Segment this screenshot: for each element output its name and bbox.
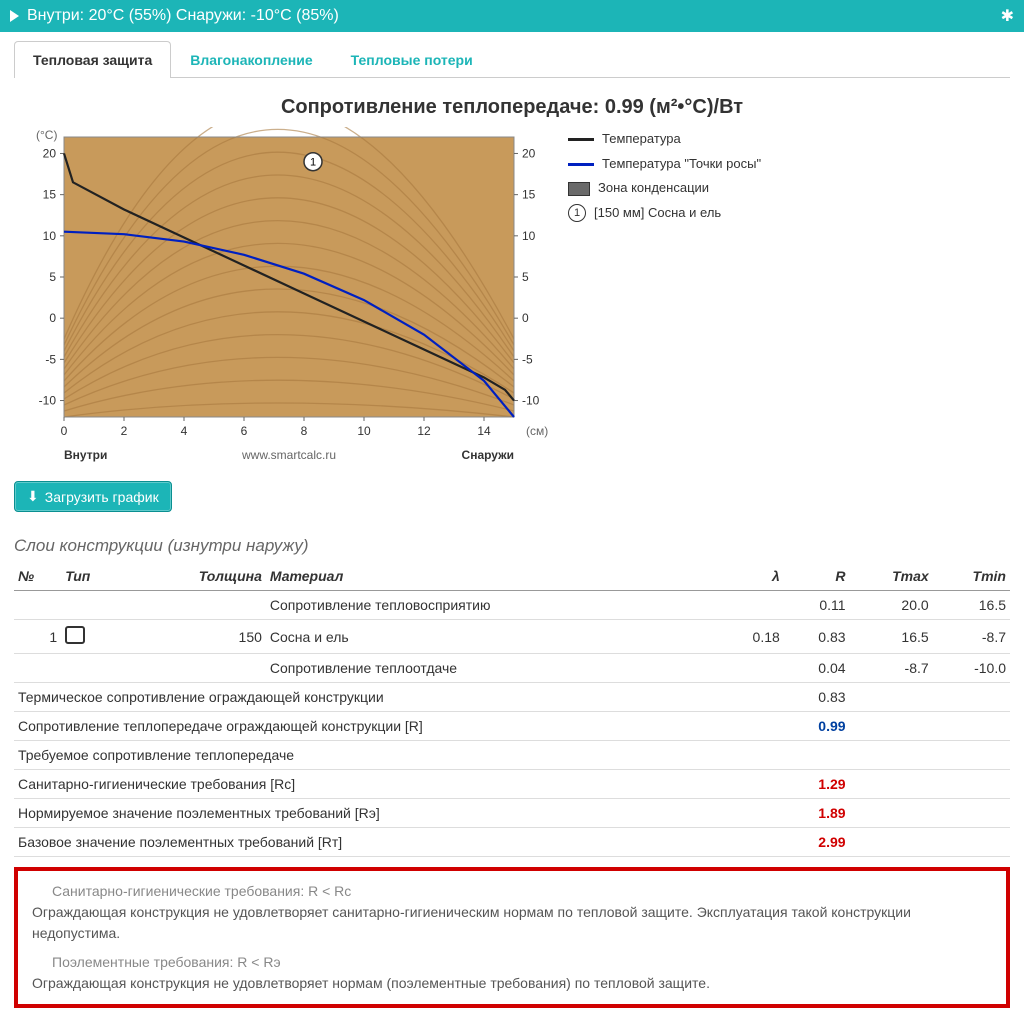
warnings-box: Санитарно-гигиенические требования: R < … (14, 867, 1010, 1008)
layer-type-icon (65, 626, 85, 644)
svg-text:10: 10 (357, 424, 371, 438)
svg-text:10: 10 (522, 229, 536, 243)
svg-text:0: 0 (61, 424, 68, 438)
legend-temperature: Температура (602, 127, 681, 152)
svg-text:2: 2 (121, 424, 128, 438)
svg-text:-5: -5 (522, 352, 533, 366)
svg-text:(см): (см) (526, 424, 548, 438)
gear-icon[interactable]: ✱ (1001, 6, 1014, 26)
warning-sanitary-heading: Санитарно-гигиенические требования: R < … (52, 881, 992, 902)
svg-text:-10: -10 (39, 394, 57, 408)
svg-text:www.smartcalc.ru: www.smartcalc.ru (241, 448, 336, 462)
svg-text:20: 20 (522, 146, 536, 160)
col-type: Тип (61, 562, 126, 591)
svg-text:0: 0 (522, 311, 529, 325)
conditions-header[interactable]: Внутри: 20°C (55%) Снаружи: -10°C (85%) … (0, 0, 1024, 32)
col-tmin: Tmin (933, 562, 1010, 591)
svg-text:10: 10 (43, 229, 57, 243)
svg-text:5: 5 (49, 270, 56, 284)
tab-heatloss[interactable]: Тепловые потери (332, 41, 492, 78)
svg-text:15: 15 (43, 188, 57, 202)
table-row: Сопротивление тепловосприятию0.1120.016.… (14, 591, 1010, 620)
svg-text:Внутри: Внутри (64, 448, 107, 462)
download-icon: ⬇ (27, 488, 39, 505)
warning-element-text: Ограждающая конструкция не удовлетворяет… (32, 973, 992, 994)
conditions-text: Внутри: 20°C (55%) Снаружи: -10°C (85%) (27, 7, 339, 25)
summary-row: Санитарно-гигиенические требования [Rс]1… (14, 770, 1010, 799)
col-r: R (784, 562, 850, 591)
svg-text:5: 5 (522, 270, 529, 284)
tab-moisture[interactable]: Влагонакопление (171, 41, 331, 78)
summary-row: Термическое сопротивление ограждающей ко… (14, 683, 1010, 712)
table-row: Сопротивление теплоотдаче0.04-8.7-10.0 (14, 654, 1010, 683)
chart: -10 -10 -5 -5 0 0 5 5 10 10 15 15 20 20 0 2 4 6 8 10 12 14 1 (°… (14, 127, 554, 467)
page-title: Сопротивление теплопередаче: 0.99 (м²•°С… (0, 96, 1024, 119)
svg-text:14: 14 (477, 424, 491, 438)
layer-marker-icon: 1 (568, 204, 586, 222)
summary-row: Требуемое сопротивление теплопередаче (14, 741, 1010, 770)
svg-text:(°С): (°С) (36, 128, 57, 142)
col-lambda: λ (715, 562, 784, 591)
legend-layer1: [150 мм] Сосна и ель (594, 201, 721, 226)
summary-row: Базовое значение поэлементных требований… (14, 828, 1010, 857)
summary-row: Нормируемое значение поэлементных требов… (14, 799, 1010, 828)
svg-text:-5: -5 (45, 352, 56, 366)
expand-icon (10, 10, 19, 22)
condensation-icon (568, 182, 590, 196)
svg-text:1: 1 (310, 157, 316, 169)
svg-text:-10: -10 (522, 394, 540, 408)
warning-element-heading: Поэлементные требования: R < Rэ (52, 952, 992, 973)
layers-heading: Слои конструкции (изнутри наружу) (14, 536, 1010, 556)
chart-legend: Температура Температура "Точки росы" Зон… (554, 127, 761, 467)
svg-text:4: 4 (181, 424, 188, 438)
svg-text:15: 15 (522, 188, 536, 202)
warning-sanitary-text: Ограждающая конструкция не удовлетворяет… (32, 902, 992, 944)
tab-thermal[interactable]: Тепловая защита (14, 41, 171, 78)
svg-text:6: 6 (241, 424, 248, 438)
table-row: 1150Сосна и ель0.180.8316.5-8.7 (14, 620, 1010, 654)
svg-text:8: 8 (301, 424, 308, 438)
legend-dewpoint: Температура "Точки росы" (602, 152, 761, 177)
layers-table: № Тип Толщина Материал λ R Tmax Tmin Соп… (14, 562, 1010, 857)
svg-text:0: 0 (49, 311, 56, 325)
svg-text:Снаружи: Снаружи (462, 448, 514, 462)
col-material: Материал (266, 562, 715, 591)
legend-condensation: Зона конденсации (598, 176, 709, 201)
svg-text:12: 12 (417, 424, 431, 438)
summary-row: Сопротивление теплопередаче ограждающей … (14, 712, 1010, 741)
svg-text:20: 20 (43, 146, 57, 160)
col-tmax: Tmax (850, 562, 933, 591)
col-thickness: Толщина (126, 562, 266, 591)
download-chart-button[interactable]: ⬇ Загрузить график (14, 481, 172, 512)
col-no: № (14, 562, 61, 591)
tabs: Тепловая защита Влагонакопление Тепловые… (14, 40, 1010, 78)
